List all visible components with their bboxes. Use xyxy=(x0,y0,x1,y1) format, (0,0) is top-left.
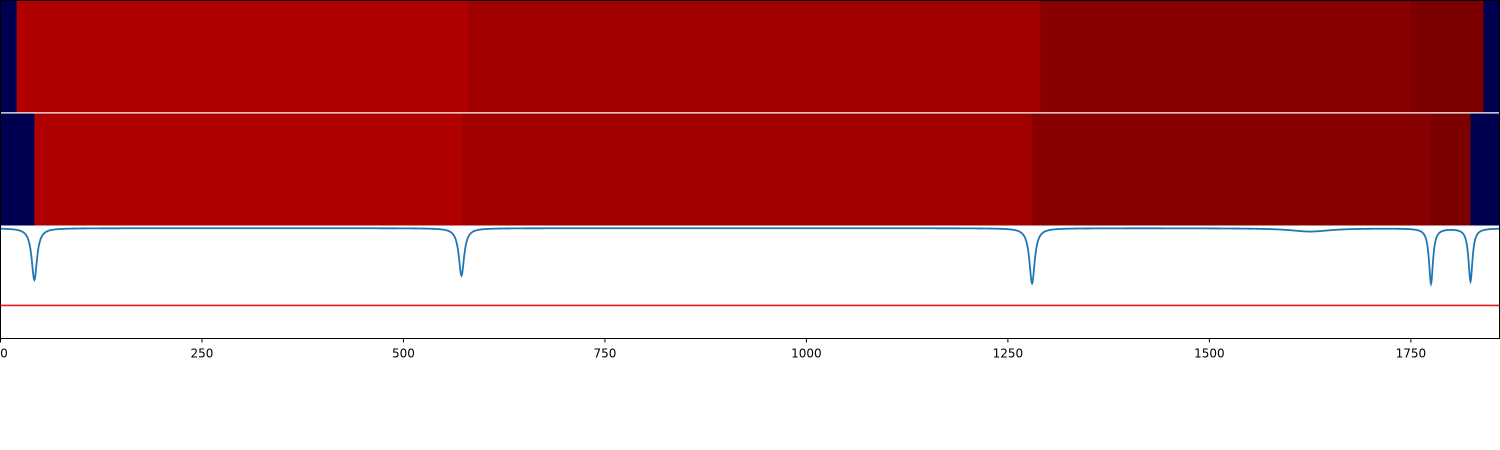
x-tick-label: 250 xyxy=(191,347,214,361)
x-tick-label: 1500 xyxy=(1194,347,1225,361)
heatmap-cell-row1-3 xyxy=(467,0,1041,113)
heatmap-rows xyxy=(0,0,1500,226)
heatmap-cell-row1-2 xyxy=(16,0,469,113)
x-tick-label: 0 xyxy=(0,347,8,361)
x-tick-label: 500 xyxy=(392,347,415,361)
heatmap-cell-row1-5 xyxy=(1410,0,1484,113)
heatmap-cell-row1-1 xyxy=(0,0,18,113)
heatmap-cell-row2-4 xyxy=(1032,113,1432,226)
x-tick-label: 1000 xyxy=(791,347,822,361)
heatmap-cell-row2-6 xyxy=(1470,113,1500,226)
heatmap-cell-row1-4 xyxy=(1040,0,1412,113)
x-axis-ticks: 0 250 500 750 1000 1250 1500 1750 xyxy=(0,338,1427,361)
heatmap-cell-row2-5 xyxy=(1430,113,1472,226)
heatmap-cell-row2-3 xyxy=(461,113,1033,226)
x-tick-label: 1750 xyxy=(1396,347,1427,361)
heatmap-cell-row1-6 xyxy=(1483,0,1500,113)
signal-panel xyxy=(0,227,1500,307)
x-tick-label: 1250 xyxy=(993,347,1024,361)
signal-line xyxy=(0,227,1500,288)
heatmap-cell-row2-1 xyxy=(0,113,35,226)
x-tick-label: 750 xyxy=(593,347,616,361)
heatmap-cell-row2-2 xyxy=(34,113,463,226)
chart-figure: 0 250 500 750 1000 1250 1500 1750 xyxy=(0,0,1500,361)
